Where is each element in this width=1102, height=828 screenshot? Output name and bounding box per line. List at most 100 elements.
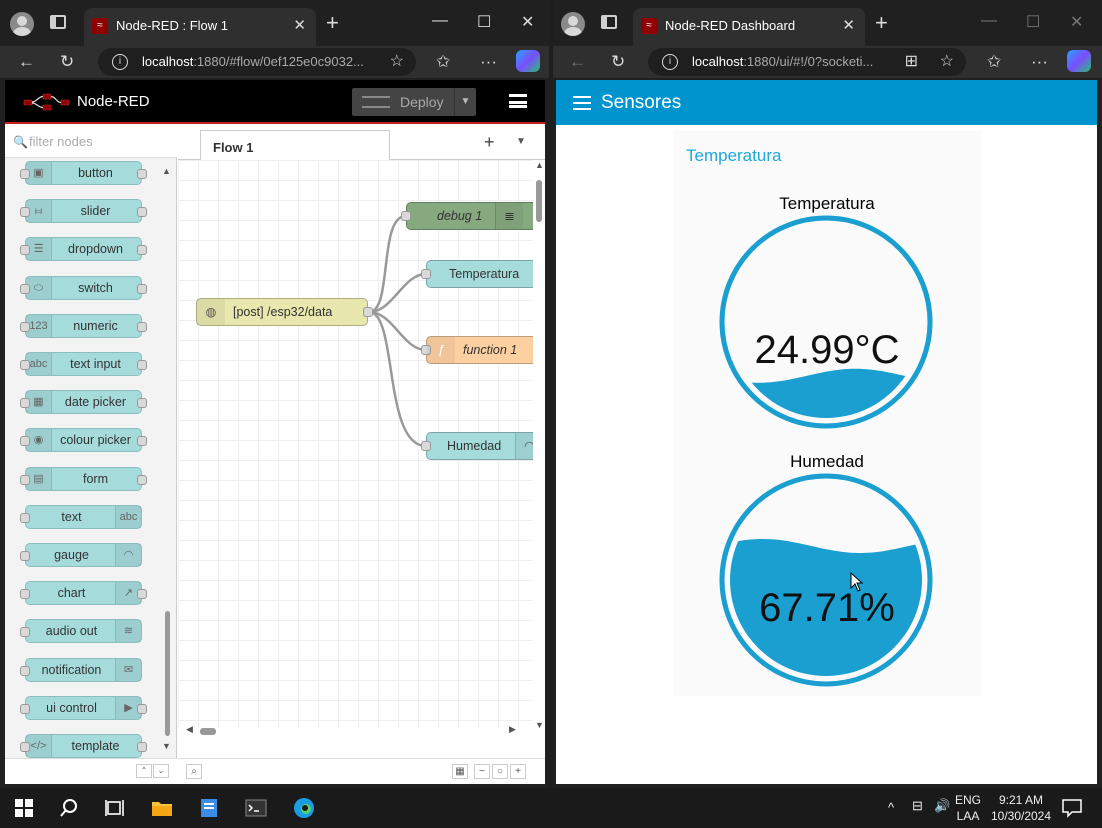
zoom-reset-icon[interactable]: ○ bbox=[492, 764, 508, 779]
deploy-button[interactable]: Deploy ▼ bbox=[352, 88, 476, 116]
palette-node-gauge[interactable]: ◠ gauge bbox=[20, 543, 142, 567]
palette-node-chart[interactable]: ↗ chart bbox=[20, 581, 147, 606]
temperatura-gauge-node[interactable]: Temperatura bbox=[421, 260, 533, 288]
file-explorer-icon[interactable] bbox=[150, 796, 174, 820]
flow-canvas[interactable]: ◍ [post] /esp32/data debug 1 ≣ Temperatu… bbox=[178, 160, 533, 728]
windows-start-icon[interactable] bbox=[12, 796, 36, 820]
minimize-icon[interactable]: — bbox=[432, 12, 448, 30]
close-tab-icon[interactable]: ✕ bbox=[842, 16, 855, 34]
tab-flow-1[interactable]: Flow 1 bbox=[200, 130, 390, 161]
expand-all-icon[interactable]: ⌄ bbox=[153, 764, 169, 778]
favorite-star-icon[interactable]: ☆ bbox=[390, 48, 404, 76]
refresh-icon[interactable]: ↻ bbox=[611, 52, 625, 72]
palette-node-text-input[interactable]: abc text input bbox=[20, 352, 147, 376]
language-indicator[interactable]: ENG LAA bbox=[955, 792, 981, 824]
edge-browser-icon[interactable] bbox=[292, 796, 316, 820]
profile-icon[interactable] bbox=[10, 12, 34, 36]
palette-node-colour-picker[interactable]: ◉ colour picker bbox=[20, 428, 147, 453]
search-flows-icon[interactable]: ⌕ bbox=[186, 764, 202, 779]
workspaces-icon[interactable] bbox=[601, 15, 617, 29]
scroll-left-icon[interactable]: ◀ bbox=[186, 724, 193, 735]
url-field[interactable]: i localhost:1880/ui/#!/0?socketi... ⊞ ☆ bbox=[648, 48, 966, 76]
menu-icon[interactable] bbox=[573, 96, 591, 110]
input-port[interactable] bbox=[421, 269, 431, 279]
flow-list-dropdown-icon[interactable]: ▼ bbox=[516, 136, 526, 147]
tab-nodered-flow[interactable]: ≈ Node-RED : Flow 1 ✕ bbox=[84, 8, 316, 46]
palette-node-date-picker[interactable]: ▦ date picker bbox=[20, 390, 147, 415]
palette-node-slider[interactable]: ⧦ slider bbox=[20, 199, 147, 224]
palette-node-form[interactable]: ▤ form bbox=[20, 466, 147, 491]
favorites-icon[interactable]: ✩ bbox=[987, 52, 1001, 72]
canvas-horizontal-scrollbar[interactable]: ◀ ▶ bbox=[178, 724, 533, 738]
main-menu-icon[interactable] bbox=[509, 94, 527, 108]
favorites-icon[interactable]: ✩ bbox=[436, 52, 450, 72]
show-hidden-icons-icon[interactable]: ^ bbox=[888, 800, 894, 816]
notifications-icon[interactable] bbox=[1060, 796, 1084, 820]
search-icon[interactable] bbox=[57, 796, 81, 820]
copilot-icon[interactable] bbox=[516, 50, 540, 72]
add-flow-icon[interactable]: + bbox=[484, 132, 495, 153]
canvas-vertical-scrollbar[interactable]: ▲ ▼ bbox=[533, 160, 545, 730]
deploy-dropdown-icon[interactable]: ▼ bbox=[454, 88, 476, 116]
palette-node-button[interactable]: ▣ button bbox=[20, 161, 147, 185]
palette-node-template[interactable]: </> template bbox=[20, 734, 147, 758]
url-host: localhost bbox=[142, 54, 194, 69]
palette-node-dropdown[interactable]: ☰ dropdown bbox=[20, 237, 147, 262]
maximize-icon[interactable]: ☐ bbox=[1026, 12, 1040, 32]
volume-icon[interactable]: 🔊 bbox=[934, 798, 950, 814]
site-info-icon[interactable]: i bbox=[662, 54, 678, 70]
palette-node-switch[interactable]: ⬭ switch bbox=[20, 275, 147, 300]
http-in-node[interactable]: ◍ [post] /esp32/data bbox=[196, 298, 373, 326]
palette-node-text[interactable]: abc text bbox=[20, 504, 142, 529]
palette-scroll-thumb[interactable] bbox=[165, 611, 170, 736]
palette-node-audio-out[interactable]: ≋ audio out bbox=[20, 619, 142, 644]
zoom-out-icon[interactable]: − bbox=[474, 764, 490, 779]
scroll-right-icon[interactable]: ▶ bbox=[509, 724, 516, 735]
zoom-in-icon[interactable]: + bbox=[510, 764, 526, 779]
url-field[interactable]: i localhost:1880/#flow/0ef125e0c9032... … bbox=[98, 48, 416, 76]
more-icon[interactable]: ··· bbox=[1031, 52, 1048, 72]
canvas-h-thumb[interactable] bbox=[200, 728, 216, 735]
terminal-icon[interactable] bbox=[244, 796, 268, 820]
site-info-icon[interactable]: i bbox=[112, 54, 128, 70]
input-port[interactable] bbox=[401, 211, 411, 221]
scroll-down-icon[interactable]: ▼ bbox=[162, 741, 171, 751]
canvas-v-thumb[interactable] bbox=[536, 180, 542, 222]
scroll-down-icon[interactable]: ▼ bbox=[535, 720, 544, 730]
close-window-icon[interactable]: ✕ bbox=[521, 12, 534, 32]
profile-icon[interactable] bbox=[561, 12, 585, 36]
palette-node-numeric[interactable]: 123 numeric bbox=[20, 313, 147, 338]
app-available-icon[interactable]: ⊞ bbox=[905, 48, 918, 76]
task-view-icon[interactable] bbox=[103, 796, 127, 820]
maximize-icon[interactable]: ☐ bbox=[477, 12, 491, 32]
back-icon[interactable]: ← bbox=[569, 52, 586, 72]
workspaces-icon[interactable] bbox=[50, 15, 66, 29]
close-tab-icon[interactable]: ✕ bbox=[293, 16, 306, 34]
refresh-icon[interactable]: ↻ bbox=[60, 52, 74, 72]
palette-node-notification[interactable]: ✉ notification bbox=[20, 657, 142, 682]
tab-dashboard[interactable]: ≈ Node-RED Dashboard ✕ bbox=[633, 8, 865, 46]
network-icon[interactable]: ⊟ bbox=[912, 798, 923, 814]
palette-node-ui-control[interactable]: ▶ ui control bbox=[20, 695, 147, 720]
function-node[interactable]: ƒ function 1 bbox=[421, 336, 533, 364]
navigator-map-icon[interactable]: ▦ bbox=[452, 764, 468, 779]
input-port[interactable] bbox=[421, 441, 431, 451]
debug-node[interactable]: debug 1 ≣ bbox=[401, 202, 533, 230]
output-port[interactable] bbox=[363, 307, 373, 317]
more-icon[interactable]: ··· bbox=[480, 52, 497, 72]
scroll-up-icon[interactable]: ▲ bbox=[535, 160, 544, 170]
minimize-icon[interactable]: — bbox=[981, 12, 997, 30]
filter-nodes-input[interactable]: 🔍 filter nodes bbox=[5, 126, 177, 158]
scroll-up-icon[interactable]: ▲ bbox=[162, 166, 171, 176]
new-tab-icon[interactable]: + bbox=[875, 12, 888, 34]
copilot-icon[interactable] bbox=[1067, 50, 1091, 72]
new-tab-icon[interactable]: + bbox=[326, 12, 339, 34]
close-window-icon[interactable]: ✕ bbox=[1070, 12, 1083, 32]
humedad-gauge-node[interactable]: Humedad ◠ bbox=[421, 432, 533, 460]
clock[interactable]: 9:21 AM 10/30/2024 bbox=[990, 792, 1052, 824]
back-icon[interactable]: ← bbox=[18, 52, 35, 72]
files-app-icon[interactable] bbox=[197, 796, 221, 820]
favorite-star-icon[interactable]: ☆ bbox=[940, 48, 954, 76]
collapse-all-icon[interactable]: ⌃ bbox=[136, 764, 152, 778]
palette-scrollbar[interactable]: ▲ ▼ bbox=[162, 166, 172, 751]
